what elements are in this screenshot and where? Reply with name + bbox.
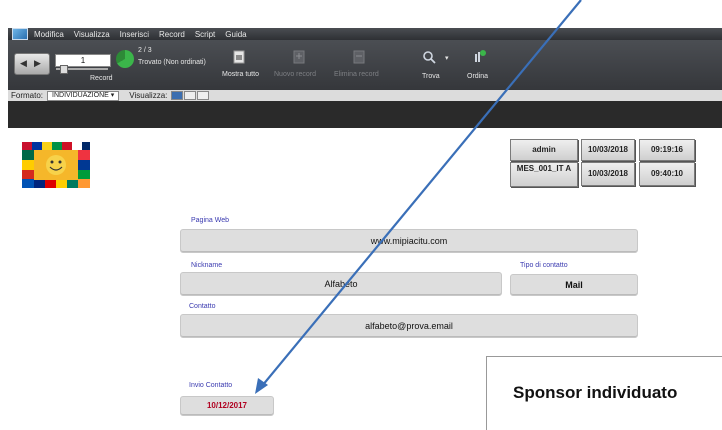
annotation-arrow <box>255 0 582 394</box>
annotation-arrow-line <box>261 0 582 387</box>
